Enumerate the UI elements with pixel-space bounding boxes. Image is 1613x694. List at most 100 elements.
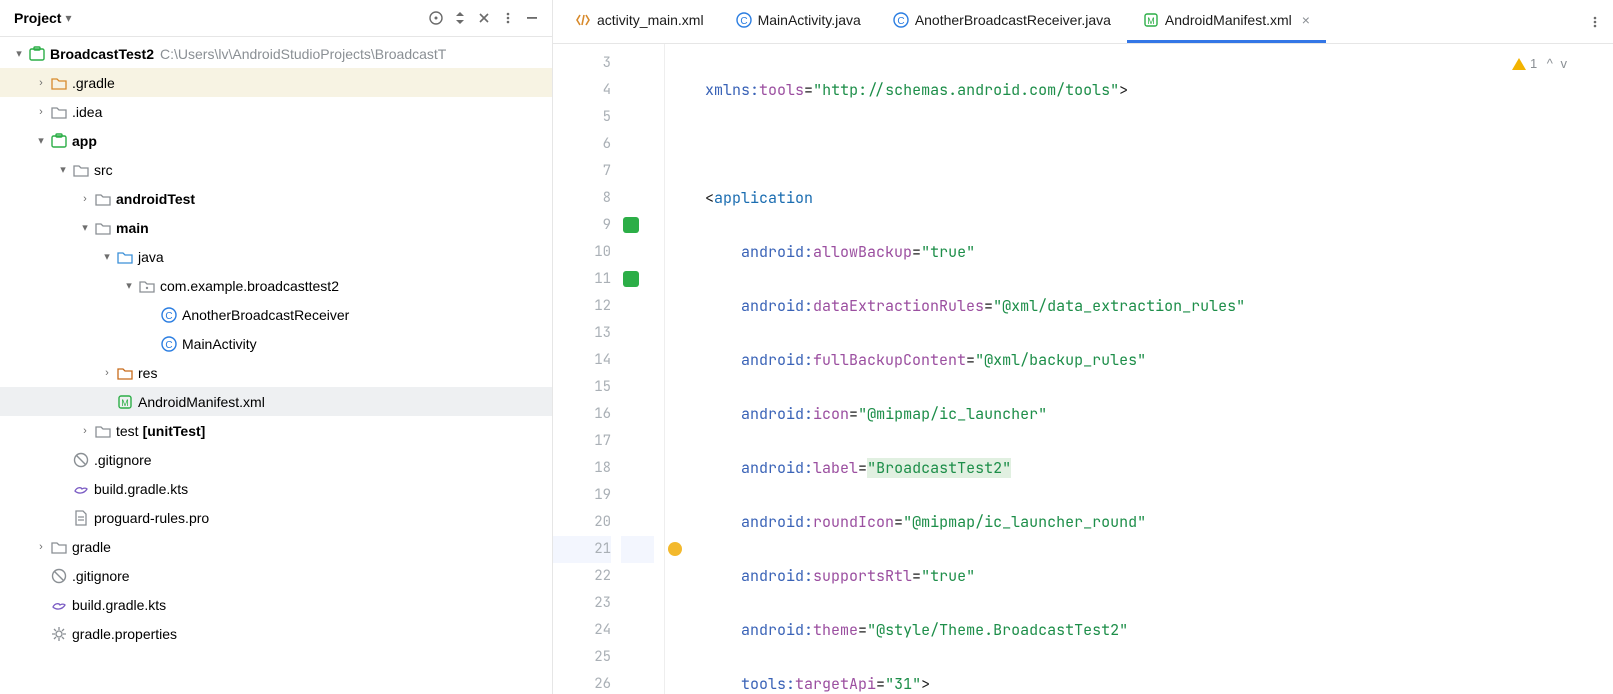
tree-item-idea-dir[interactable]: › .idea — [0, 97, 552, 126]
chevron-right-icon[interactable]: › — [76, 425, 94, 437]
folder-icon — [94, 221, 112, 235]
xml-icon — [575, 12, 591, 28]
tree-root-path: C:\Users\lv\AndroidStudioProjects\Broadc… — [160, 46, 446, 62]
chevron-right-icon[interactable]: › — [32, 106, 50, 118]
line-number: 4 — [603, 81, 611, 99]
close-icon[interactable] — [472, 6, 496, 30]
tree-item-manifest[interactable]: M AndroidManifest.xml — [0, 387, 552, 416]
tree-label: com.example.broadcasttest2 — [160, 278, 339, 294]
code-token: targetApi — [795, 674, 876, 694]
tree-item-test[interactable]: › test [unitTest] — [0, 416, 552, 445]
tree-label: java — [138, 249, 164, 265]
tabs-more-icon[interactable] — [1577, 0, 1613, 43]
tree-item-gitignore-2[interactable]: .gitignore — [0, 561, 552, 590]
code-token: "@xml/backup_rules" — [975, 350, 1146, 370]
class-icon: C — [736, 12, 752, 28]
warning-icon — [1512, 58, 1526, 70]
tree-item-res[interactable]: › res — [0, 358, 552, 387]
svg-text:C: C — [740, 16, 747, 27]
code-token: label — [813, 458, 858, 478]
chevron-down-icon[interactable]: ▾ — [76, 221, 94, 234]
code-token: "http://schemas.android.com/tools" — [813, 80, 1119, 100]
chevron-right-icon[interactable]: › — [32, 77, 50, 89]
code-token: "31" — [885, 674, 921, 694]
chevron-down-icon[interactable]: ▾ — [98, 250, 116, 263]
tab-androidmanifest-xml[interactable]: M AndroidManifest.xml × — [1127, 0, 1326, 43]
tree-item-src[interactable]: ▾ src — [0, 155, 552, 184]
tree-root[interactable]: ▾ BroadcastTest2 C:\Users\lv\AndroidStud… — [0, 39, 552, 68]
class-icon: C — [160, 307, 178, 323]
tree-label: gradle.properties — [72, 626, 177, 642]
more-icon[interactable] — [496, 6, 520, 30]
code-token: tools: — [741, 674, 795, 694]
gutter-line-numbers: 3 4 5 6 7 8 9 10 11 12 13 14 15 16 17 18… — [553, 44, 621, 694]
tree-label: .gradle — [72, 75, 115, 91]
line-number: 19 — [594, 486, 611, 504]
chevron-right-icon[interactable]: › — [76, 193, 94, 205]
tree-item-main[interactable]: ▾ main — [0, 213, 552, 242]
tree-item-gradle-dir[interactable]: › .gradle — [0, 68, 552, 97]
tree-item-proguard[interactable]: proguard-rules.pro — [0, 503, 552, 532]
code-token: android: — [741, 404, 813, 424]
code-token: android: — [741, 512, 813, 532]
tab-mainactivity-java[interactable]: C MainActivity.java — [720, 0, 877, 43]
code-token: android: — [741, 620, 813, 640]
code-token: "true" — [921, 566, 975, 586]
tree-label: androidTest — [116, 191, 195, 207]
chevron-down-icon[interactable]: ▾ — [32, 134, 50, 147]
tab-close-icon[interactable]: × — [1302, 12, 1310, 28]
line-number: 6 — [603, 135, 611, 153]
tree-item-gradle-module[interactable]: › gradle — [0, 532, 552, 561]
code-editor[interactable]: 1 ^ v 3 4 5 6 7 8 9 10 11 12 13 14 15 16… — [553, 44, 1613, 694]
gradle-kts-icon — [72, 481, 90, 497]
module-icon — [28, 46, 46, 62]
chevron-right-icon[interactable]: › — [32, 541, 50, 553]
folder-icon — [94, 192, 112, 206]
gutter-icons — [621, 44, 665, 694]
chevron-right-icon[interactable]: › — [98, 367, 116, 379]
chevron-down-icon[interactable]: ▾ — [54, 163, 72, 176]
tree-item-gitignore-1[interactable]: .gitignore — [0, 445, 552, 474]
folder-icon — [94, 424, 112, 438]
code-content[interactable]: xmlns:tools="http://schemas.android.com/… — [665, 44, 1613, 694]
tree-label: MainActivity — [182, 336, 257, 352]
tree-item-buildkts-1[interactable]: build.gradle.kts — [0, 474, 552, 503]
tree-label: build.gradle.kts — [72, 597, 166, 613]
intention-bulb-icon[interactable] — [668, 542, 682, 556]
project-title[interactable]: Project — [14, 10, 61, 26]
chevron-down-icon[interactable]: ▾ — [120, 279, 138, 292]
manifest-icon: M — [1143, 12, 1159, 28]
project-tree[interactable]: ▾ BroadcastTest2 C:\Users\lv\AndroidStud… — [0, 37, 552, 694]
line-number: 20 — [594, 513, 611, 531]
tree-item-package[interactable]: ▾ com.example.broadcasttest2 — [0, 271, 552, 300]
tree-item-app[interactable]: ▾ app — [0, 126, 552, 155]
folder-icon — [50, 540, 68, 554]
svg-text:M: M — [1147, 16, 1155, 26]
tree-item-anotherbroadcastreceiver[interactable]: C AnotherBroadcastReceiver — [0, 300, 552, 329]
tree-item-mainactivity[interactable]: C MainActivity — [0, 329, 552, 358]
svg-text:C: C — [897, 16, 904, 27]
tree-item-androidtest[interactable]: › androidTest — [0, 184, 552, 213]
code-token: "@mipmap/ic_launcher" — [858, 404, 1047, 424]
tree-label: src — [94, 162, 113, 178]
tab-anotherbroadcastreceiver-java[interactable]: C AnotherBroadcastReceiver.java — [877, 0, 1127, 43]
code-token: allowBackup — [813, 242, 912, 262]
line-number: 9 — [603, 216, 611, 234]
tree-item-gradleprops[interactable]: gradle.properties — [0, 619, 552, 648]
tree-label: .gitignore — [94, 452, 152, 468]
line-number: 12 — [594, 297, 611, 315]
tree-item-java[interactable]: ▾ java — [0, 242, 552, 271]
chevron-down-icon[interactable]: ▾ — [10, 47, 28, 60]
expand-collapse-icon[interactable] — [448, 6, 472, 30]
line-number: 8 — [603, 189, 611, 207]
target-icon[interactable] — [424, 6, 448, 30]
tree-item-buildkts-2[interactable]: build.gradle.kts — [0, 590, 552, 619]
nav-arrows-icon[interactable]: ^ v — [1541, 56, 1569, 71]
minimize-icon[interactable] — [520, 6, 544, 30]
inspection-widget[interactable]: 1 ^ v — [1512, 56, 1569, 71]
tab-activity-main-xml[interactable]: activity_main.xml — [559, 0, 720, 43]
svg-text:M: M — [121, 398, 129, 408]
gear-icon — [50, 626, 68, 642]
module-icon — [50, 133, 68, 149]
chevron-down-icon[interactable]: ▾ — [65, 11, 71, 25]
